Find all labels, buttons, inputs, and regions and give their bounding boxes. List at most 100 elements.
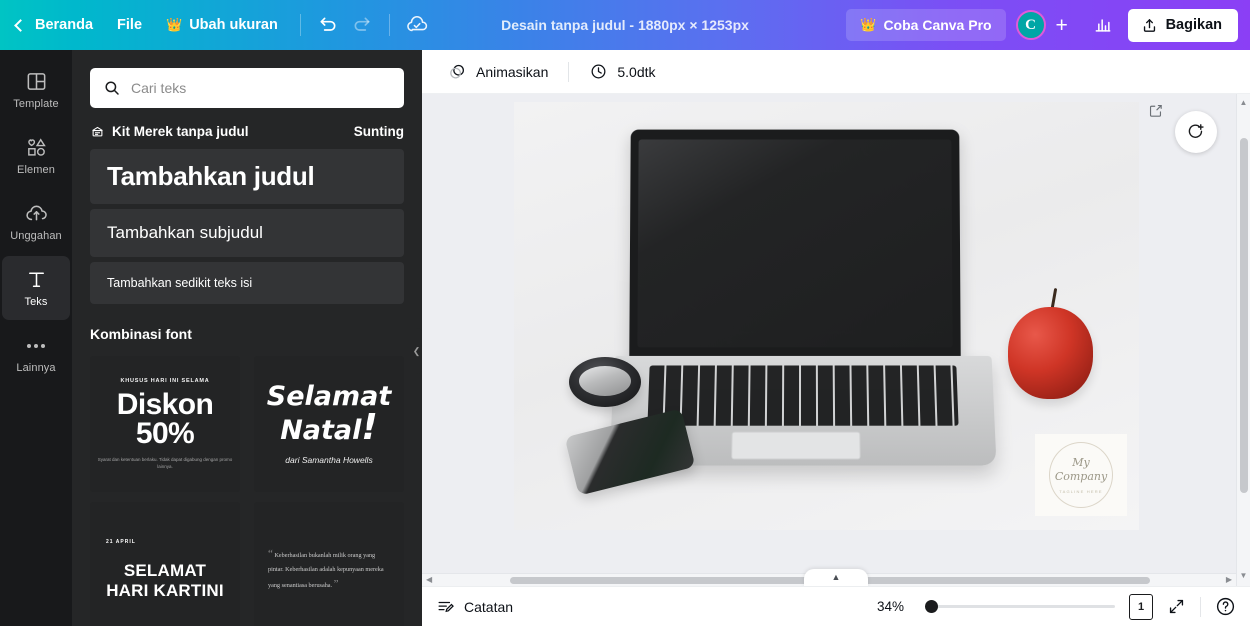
bottom-bar: Catatan 34% 1 [422, 586, 1250, 626]
search-section [90, 50, 404, 108]
share-page-button[interactable] [1147, 102, 1164, 119]
crown-icon: 👑 [166, 17, 183, 32]
panel-collapse-button[interactable]: ❮ [410, 328, 422, 374]
cloud-save-button[interactable] [400, 8, 434, 42]
bottom-panel-toggle[interactable]: ▲ [804, 569, 868, 586]
laptop-keyboard [647, 365, 959, 426]
font-card-line1: Diskon [116, 387, 214, 421]
redo-button[interactable] [345, 8, 379, 42]
left-rail: Template Elemen Unggahan Teks Lainnya [0, 50, 72, 626]
scroll-down-icon[interactable]: ▼ [1240, 572, 1248, 580]
insights-button[interactable] [1086, 8, 1120, 42]
font-card-exclaim: ! [361, 407, 378, 448]
notes-icon [438, 601, 454, 613]
sidebar-item-template[interactable]: Template [2, 58, 70, 122]
clock-icon [591, 64, 606, 79]
vertical-scroll-thumb[interactable] [1239, 138, 1248, 493]
sidebar-item-unggahan[interactable]: Unggahan [2, 190, 70, 254]
background-photo: My Company TAGLINE HERE [514, 102, 1139, 530]
add-collaborator-button[interactable]: + [1048, 11, 1076, 39]
brand-kit-icon [92, 126, 103, 137]
scroll-up-icon[interactable]: ▲ [1240, 99, 1248, 107]
search-box[interactable] [90, 68, 404, 108]
template-icon [27, 73, 45, 90]
font-combo-card-kartini[interactable]: 21 APRIL SELAMAT HARI KARTINI [90, 502, 240, 626]
font-card-kicker: KHUSUS HARI INI SELAMA [120, 377, 210, 384]
chevron-left-icon [14, 18, 27, 32]
crown-icon-pro: 👑 [860, 17, 877, 32]
bar-chart-icon [1095, 19, 1110, 32]
animate-button[interactable]: Animasikan [436, 56, 560, 87]
cloud-check-icon [407, 16, 427, 32]
zoom-percentage: 34% [877, 599, 905, 614]
font-combo-card-quote[interactable]: “ Keberhasilan bukanlah milik orang yang… [254, 502, 404, 626]
brand-kit-title[interactable]: Kit Merek tanpa judul [90, 124, 249, 139]
home-label: Beranda [35, 17, 94, 33]
undo-icon [320, 17, 336, 31]
canvas-area[interactable]: My Company TAGLINE HERE ▲ ▼ ◀ ▶ ▲ [422, 94, 1250, 586]
undo-button[interactable] [311, 8, 345, 42]
zoom-slider-knob[interactable] [925, 600, 938, 613]
resize-button[interactable]: 👑 Ubah ukuran [154, 11, 290, 39]
scroll-left-icon[interactable]: ◀ [426, 576, 432, 584]
editor-main: Animasikan 5.0dtk My Company TAGLINE HER… [422, 50, 1250, 626]
sidebar-item-label-unggahan: Unggahan [10, 230, 62, 242]
page-number: 1 [1137, 600, 1145, 613]
collaborators: C + [1010, 10, 1082, 40]
upload-cloud-icon [25, 205, 47, 221]
sidebar-item-teks[interactable]: Teks [2, 256, 70, 320]
share-button[interactable]: Bagikan [1127, 8, 1238, 42]
logo-ring [1049, 442, 1113, 508]
toolbar-divider [299, 14, 301, 36]
magic-add-button[interactable] [1175, 111, 1217, 153]
text-style-subheading[interactable]: Tambahkan subjudul [90, 209, 404, 257]
font-combo-card-diskon[interactable]: KHUSUS HARI INI SELAMA Diskon 50% Syarat… [90, 356, 240, 492]
sidebar-item-label-elemen: Elemen [17, 164, 55, 176]
fullscreen-button[interactable] [1167, 597, 1186, 616]
try-canva-pro-button[interactable]: 👑 Coba Canva Pro [846, 9, 1006, 41]
share-page-icon [1149, 104, 1162, 117]
brand-kit-edit-button[interactable]: Sunting [354, 124, 404, 139]
font-card-quote: “ Keberhasilan bukanlah milik orang yang… [260, 545, 398, 594]
duration-button[interactable]: 5.0dtk [577, 56, 667, 87]
font-card-script-word: Natal [280, 415, 362, 446]
font-card-line2: 50% [135, 416, 195, 450]
text-style-heading[interactable]: Tambahkan judul [90, 149, 404, 204]
search-icon [105, 81, 119, 95]
help-icon [1216, 597, 1235, 616]
brand-kit-label: Kit Merek tanpa judul [112, 124, 249, 139]
share-label: Bagikan [1165, 17, 1222, 33]
company-logo-element[interactable]: My Company TAGLINE HERE [1035, 434, 1127, 516]
home-button[interactable]: Beranda [10, 11, 105, 39]
zoom-slider[interactable] [925, 600, 1115, 614]
search-input[interactable] [131, 68, 391, 108]
design-page[interactable]: My Company TAGLINE HERE [514, 102, 1139, 530]
notes-button[interactable]: Catatan [436, 597, 513, 616]
sidebar-item-lainnya[interactable]: Lainnya [2, 322, 70, 386]
font-combo-card-natal[interactable]: Selamat Natal! dari Samantha Howells [254, 356, 404, 492]
sidebar-item-label-lainnya: Lainnya [16, 361, 56, 374]
pages-button[interactable]: 1 [1129, 593, 1156, 621]
quote-close-mark: ” [333, 578, 339, 591]
avatar[interactable]: C [1015, 10, 1046, 40]
upload-icon [1143, 18, 1155, 32]
quote-text: Keberhasilan bukanlah milik orang yang p… [268, 552, 384, 590]
text-style-body[interactable]: Tambahkan sedikit teks isi [90, 262, 404, 304]
scroll-right-icon[interactable]: ▶ [1226, 576, 1232, 584]
animate-icon [450, 64, 464, 79]
sidebar-item-label-template: Template [13, 98, 59, 110]
elements-icon [27, 138, 46, 156]
smartphone [564, 408, 696, 496]
more-dots-icon [27, 335, 45, 357]
pro-label: Coba Canva Pro [883, 17, 992, 33]
vertical-scrollbar[interactable]: ▲ ▼ [1236, 94, 1250, 586]
editor-body: Template Elemen Unggahan Teks Lainnya Ca… [0, 50, 1250, 626]
sidebar-item-elemen[interactable]: Elemen [2, 124, 70, 188]
quote-open-mark: “ [268, 548, 273, 561]
font-card-subline: dari Samantha Howells [285, 455, 373, 465]
help-button[interactable] [1215, 596, 1236, 617]
font-card-date: 21 APRIL [106, 539, 136, 546]
file-menu-button[interactable]: File [105, 11, 154, 39]
animate-label: Animasikan [476, 63, 549, 80]
font-card-kartini-line2: HARI KARTINI [106, 581, 224, 600]
